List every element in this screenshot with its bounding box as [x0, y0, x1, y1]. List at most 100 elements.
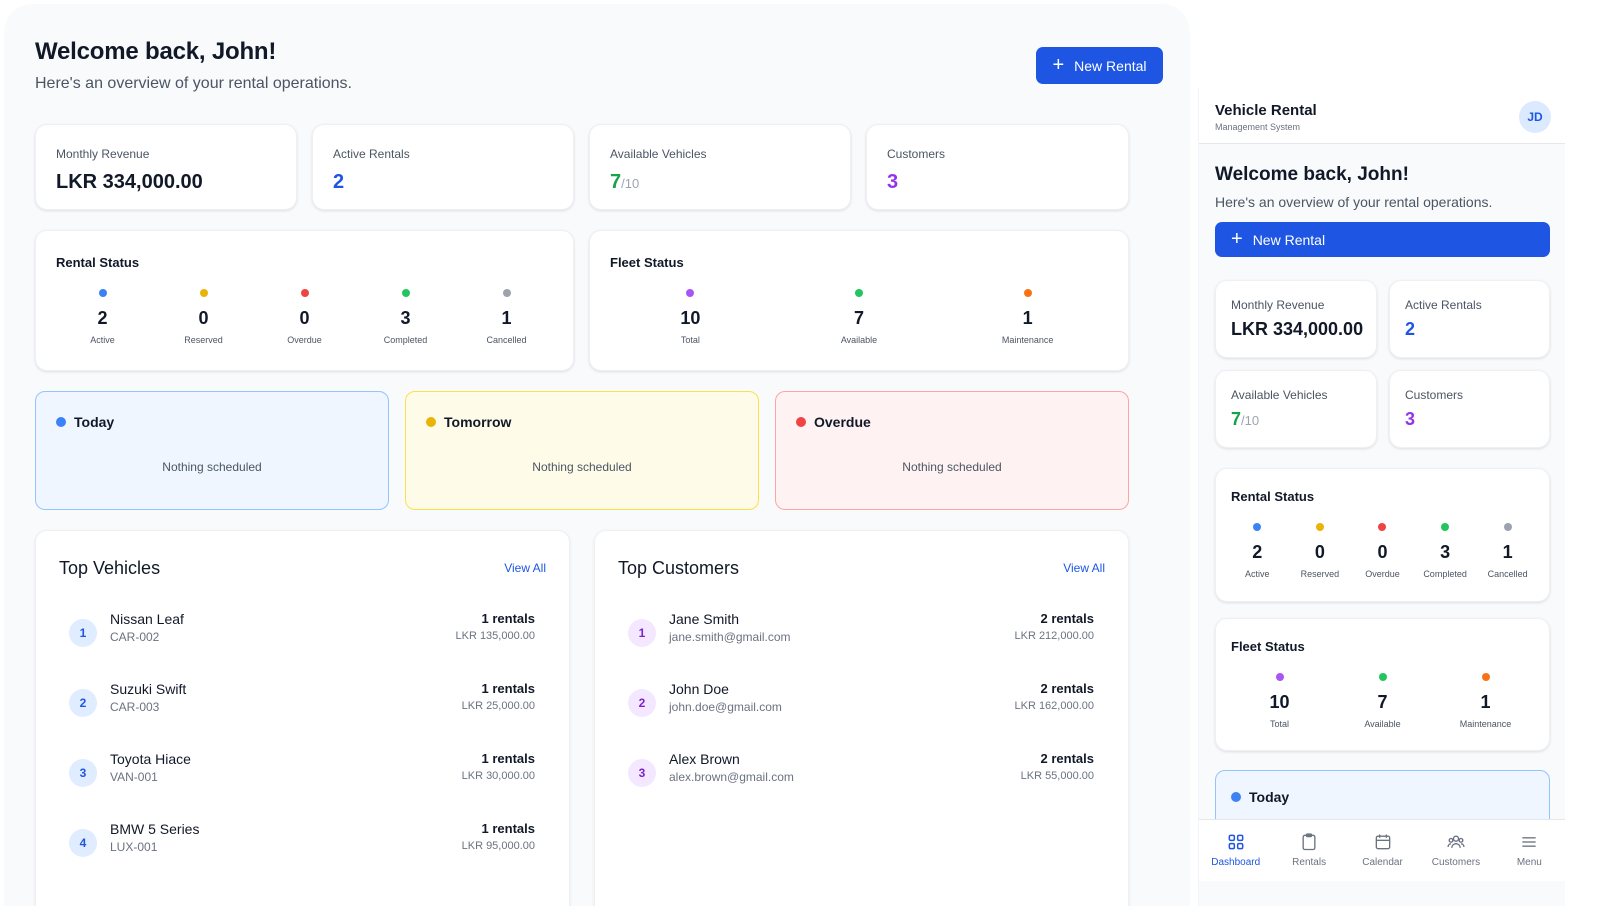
status-completed: 3 Completed	[1414, 523, 1477, 579]
new-rental-button[interactable]: + New Rental	[1215, 222, 1550, 257]
rank-badge: 1	[628, 619, 656, 647]
empty-state: Nothing scheduled	[902, 460, 1002, 474]
stat-value: LKR 334,000.00	[1231, 319, 1364, 339]
customer-email: alex.brown@gmail.com	[669, 770, 794, 784]
status-dot	[1315, 523, 1324, 531]
nav-customers[interactable]: Customers	[1419, 820, 1492, 881]
stat-value: LKR 334,000.00	[56, 171, 203, 193]
status-overdue: 0 Overdue	[254, 289, 355, 345]
customer-email: jane.smith@gmail.com	[669, 630, 791, 644]
available-total: /10	[1241, 413, 1260, 428]
section-title: Fleet Status	[1231, 639, 1305, 654]
plus-icon: +	[1231, 227, 1243, 250]
table-row[interactable]: 2 Suzuki Swift CAR-003 1 rentals LKR 25,…	[69, 681, 535, 721]
mobile-header: Vehicle Rental Management System JD	[1199, 88, 1565, 144]
fleet-available: 7 Available	[775, 289, 944, 345]
status-reserved: 0 Reserved	[1289, 523, 1352, 579]
status-count: 10	[1269, 692, 1290, 712]
status-label: Available	[840, 335, 878, 345]
vehicle-name: Suzuki Swift	[110, 681, 187, 697]
vehicle-name: BMW 5 Series	[110, 821, 200, 837]
status-cancelled: 1 Cancelled	[456, 289, 557, 345]
rank-badge: 1	[69, 619, 97, 647]
status-count: 3	[400, 308, 411, 328]
stat-value: 7/10	[1231, 409, 1259, 430]
view-all-customers-link[interactable]: View All	[1063, 561, 1105, 575]
vehicle-name: Toyota Hiace	[110, 751, 191, 767]
mobile-dashboard: Vehicle Rental Management System JD Welc…	[1198, 88, 1565, 906]
table-row[interactable]: 1 Nissan Leaf CAR-002 1 rentals LKR 135,…	[69, 611, 535, 651]
schedule-label: Today	[74, 414, 115, 430]
rental-amount: LKR 135,000.00	[455, 630, 535, 642]
status-dot	[1023, 289, 1032, 297]
monthly-revenue-card: Monthly Revenue LKR 334,000.00	[35, 124, 297, 210]
table-row[interactable]: 1 Jane Smith jane.smith@gmail.com 2 rent…	[628, 611, 1094, 651]
status-dot	[199, 289, 208, 297]
rental-count: 1 rentals	[481, 821, 535, 836]
status-dot	[300, 289, 309, 297]
today-schedule-card[interactable]: Today Nothing scheduled	[35, 391, 389, 510]
table-row[interactable]: 4 BMW 5 Series LUX-001 1 rentals LKR 95,…	[69, 821, 535, 861]
rental-amount: LKR 30,000.00	[461, 770, 535, 782]
page-subtitle: Here's an overview of your rental operat…	[1215, 194, 1493, 210]
schedule-label: Tomorrow	[444, 414, 512, 430]
nav-label: Customers	[1431, 857, 1481, 868]
nav-calendar[interactable]: Calendar	[1346, 820, 1419, 881]
status-label: Reserved	[1300, 569, 1340, 579]
tomorrow-schedule-card[interactable]: Tomorrow Nothing scheduled	[405, 391, 759, 510]
stat-label: Active Rentals	[1405, 298, 1482, 312]
overdue-dot	[796, 417, 806, 427]
nav-rentals[interactable]: Rentals	[1272, 820, 1345, 881]
vehicle-code: LUX-001	[110, 840, 158, 854]
calendar-icon	[1375, 834, 1390, 850]
status-label: Overdue	[1365, 569, 1400, 579]
status-label: Available	[1364, 719, 1401, 729]
rank-badge: 2	[69, 689, 97, 717]
schedule-title: Today	[56, 414, 114, 430]
today-dot	[56, 417, 66, 427]
table-row[interactable]: 3 Toyota Hiace VAN-001 1 rentals LKR 30,…	[69, 751, 535, 791]
customers-card: Customers 3	[1389, 370, 1550, 448]
nav-label: Rentals	[1292, 857, 1327, 868]
nav-menu[interactable]: Menu	[1493, 820, 1565, 881]
nav-dashboard[interactable]: Dashboard	[1199, 820, 1272, 881]
status-dot	[1253, 523, 1262, 531]
status-label: Total	[680, 335, 700, 345]
rental-amount: LKR 55,000.00	[1020, 770, 1094, 782]
status-label: Cancelled	[486, 335, 527, 345]
table-row[interactable]: 3 Alex Brown alex.brown@gmail.com 2 rent…	[628, 751, 1094, 791]
bottom-nav: Dashboard Rentals Calendar Customers Men…	[1199, 819, 1565, 881]
section-title: Fleet Status	[610, 255, 684, 270]
status-count: 7	[854, 308, 865, 328]
overdue-schedule-card[interactable]: Overdue Nothing scheduled	[775, 391, 1129, 510]
rental-amount: LKR 25,000.00	[461, 700, 535, 712]
fleet-total: 10 Total	[606, 289, 775, 345]
view-all-vehicles-link[interactable]: View All	[504, 561, 546, 575]
table-row[interactable]: 2 John Doe john.doe@gmail.com 2 rentals …	[628, 681, 1094, 721]
empty-state: Nothing scheduled	[532, 460, 632, 474]
avatar[interactable]: JD	[1519, 101, 1551, 133]
status-dot	[1481, 673, 1490, 681]
nav-label: Dashboard	[1211, 857, 1261, 868]
schedule-label: Overdue	[814, 414, 871, 430]
rental-count: 1 rentals	[481, 611, 535, 626]
fleet-maintenance: 1 Maintenance	[1434, 673, 1537, 729]
section-title: Top Vehicles	[59, 558, 161, 578]
rental-count: 1 rentals	[481, 681, 535, 696]
top-vehicles-card: Top Vehicles View All 1 Nissan Leaf CAR-…	[35, 530, 570, 906]
rental-count: 2 rentals	[1040, 681, 1094, 696]
status-count: 2	[97, 308, 108, 328]
new-rental-button[interactable]: + New Rental	[1036, 47, 1163, 84]
status-completed: 3 Completed	[355, 289, 456, 345]
status-label: Completed	[1423, 569, 1467, 579]
available-count: 7	[610, 171, 622, 193]
status-count: 10	[680, 308, 701, 328]
active-rentals-card: Active Rentals 2	[312, 124, 574, 210]
status-reserved: 0 Reserved	[153, 289, 254, 345]
status-cancelled: 1 Cancelled	[1476, 523, 1539, 579]
status-overdue: 0 Overdue	[1351, 523, 1414, 579]
status-label: Overdue	[287, 335, 322, 345]
schedule-title: Tomorrow	[426, 414, 511, 430]
brand-name: Vehicle Rental	[1215, 102, 1317, 119]
status-count: 0	[198, 308, 209, 328]
